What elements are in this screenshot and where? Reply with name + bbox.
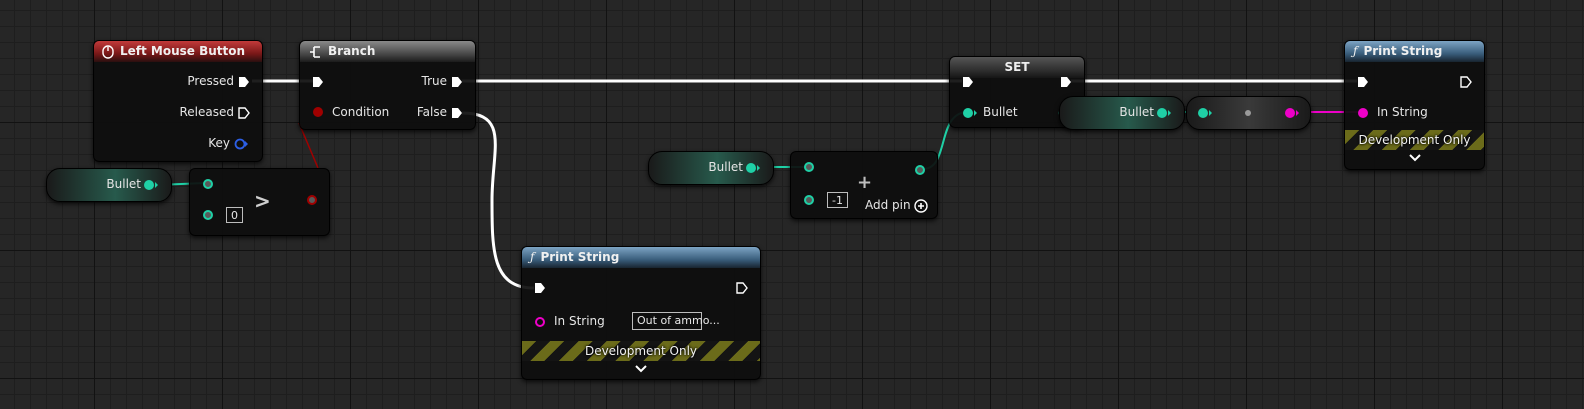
true-pin-label: True [421,74,448,88]
in-string-label-true: In String [1377,105,1428,119]
key-struct-pin[interactable] [234,138,250,150]
set-header: SET [950,57,1084,78]
greater-input-b-pin[interactable] [203,210,213,220]
conversion-dot-icon [1245,110,1251,116]
print-string-node-true[interactable]: ƒ Print String In String Development Onl… [1344,40,1485,170]
branch-node[interactable]: Branch True Condition False [299,40,476,130]
condition-pin-label: Condition [332,105,390,119]
set-bullet-label: Bullet [983,105,1018,119]
print-string-exec-out-pin-false[interactable] [736,282,748,294]
print-string-exec-in-pin-true[interactable] [1357,76,1369,88]
bullet-output-pin-3[interactable] [1156,107,1172,119]
print-string-exec-in-pin-false[interactable] [534,282,546,294]
set-bullet-input-pin[interactable] [962,107,978,119]
print-string-title-true: Print String [1363,44,1443,58]
greater-input-a-pin[interactable] [203,179,213,189]
condition-bool-pin[interactable] [313,107,323,117]
branch-icon [310,45,320,58]
greater-value-field[interactable]: 0 [226,207,243,223]
print-string-title-false: Print String [540,250,620,264]
greater-output-pin[interactable] [307,195,317,205]
mouse-icon [102,44,114,59]
left-mouse-button-event-node[interactable]: Left Mouse Button Pressed Released Key [93,40,263,162]
development-only-label-false: Development Only [584,344,698,358]
released-exec-pin[interactable] [238,107,250,119]
pressed-pin-label: Pressed [187,74,234,88]
released-pin-label: Released [179,105,234,119]
print-string-header-true: ƒ Print String [1345,41,1484,62]
greater-operator-label: > [254,189,271,213]
set-exec-in-pin[interactable] [962,76,974,88]
bullet-getter-label-1: Bullet [106,177,141,191]
add-output-pin[interactable] [915,165,925,175]
in-string-pin-true[interactable] [1358,108,1368,118]
bullet-output-pin-2[interactable] [745,162,761,174]
left-mouse-button-header: Left Mouse Button [94,41,262,62]
chevron-down-icon[interactable] [633,364,649,374]
add-pin-plus-icon[interactable] [914,199,928,213]
left-mouse-button-title: Left Mouse Button [120,44,246,58]
add-pin-label: Add pin [865,198,911,212]
branch-header: Branch [300,41,475,62]
false-pin-label: False [416,105,447,119]
function-icon: ƒ [530,250,535,264]
in-string-label-false: In String [554,314,605,328]
set-exec-out-pin[interactable] [1060,76,1072,88]
branch-exec-in-pin[interactable] [312,76,324,88]
bullet-getter-node-2[interactable]: Bullet [648,151,774,185]
in-string-pin-false[interactable] [535,317,545,327]
bullet-getter-label-3: Bullet [1119,105,1154,119]
add-value-field[interactable]: -1 [827,192,848,208]
bullet-getter-label-2: Bullet [708,160,743,174]
development-only-label-true: Development Only [1358,133,1471,147]
add-input-a-pin[interactable] [804,162,814,172]
int-to-string-conversion-node[interactable] [1186,96,1311,130]
print-string-header-false: ƒ Print String [522,247,760,268]
add-operator-label: + [857,172,873,193]
true-exec-pin[interactable] [451,76,463,88]
add-input-b-pin[interactable] [804,195,814,205]
print-string-exec-out-pin-true[interactable] [1460,76,1472,88]
development-only-banner-false: Development Only [522,341,760,361]
bullet-getter-node-1[interactable]: Bullet [46,168,172,202]
bullet-output-pin-1[interactable] [143,179,159,191]
function-icon: ƒ [1353,44,1358,58]
greater-than-node[interactable]: 0 > [189,168,330,236]
print-string-node-false[interactable]: ƒ Print String In String Out of ammo... … [521,246,761,380]
bullet-getter-node-3[interactable]: Bullet [1059,96,1185,130]
in-string-value-field[interactable]: Out of ammo... [632,312,720,330]
branch-title: Branch [328,44,376,58]
add-node[interactable]: -1 + Add pin [790,151,938,219]
conversion-string-output-pin[interactable] [1284,107,1300,119]
key-pin-label: Key [208,136,230,150]
development-only-banner-true: Development Only [1345,130,1484,150]
set-title: SET [1004,60,1030,74]
chevron-down-icon[interactable] [1407,153,1423,163]
pressed-exec-pin[interactable] [238,76,250,88]
conversion-int-input-pin[interactable] [1197,107,1213,119]
false-exec-pin[interactable] [451,107,463,119]
